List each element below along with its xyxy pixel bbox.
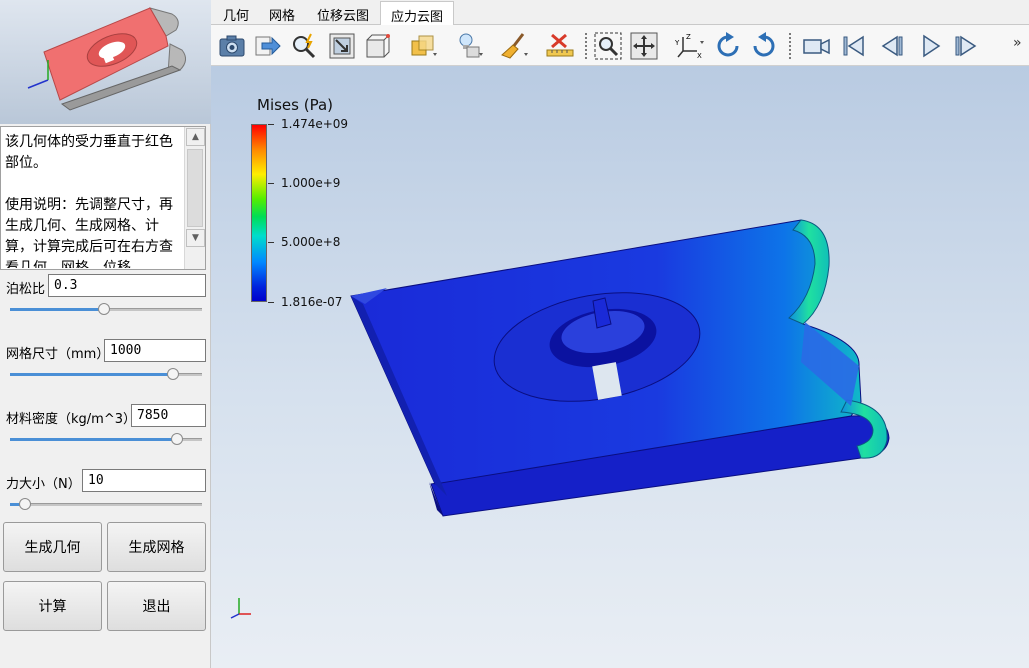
poisson-slider-handle[interactable] bbox=[98, 303, 111, 315]
axes-orient-icon[interactable]: Z X Y bbox=[675, 31, 705, 61]
scroll-up-arrow-icon[interactable]: ▲ bbox=[186, 128, 205, 146]
poisson-input[interactable]: 0.3 bbox=[48, 274, 206, 297]
force-input[interactable]: 10 bbox=[82, 469, 206, 492]
generate-geometry-button[interactable]: 生成几何 bbox=[3, 522, 102, 572]
density-input[interactable]: 7850 bbox=[131, 404, 206, 427]
mesh-size-input[interactable]: 1000 bbox=[104, 339, 206, 362]
description-scrollbar[interactable]: ▲ ▼ bbox=[184, 127, 205, 269]
clear-brush-icon[interactable] bbox=[499, 31, 529, 61]
exit-button[interactable]: 退出 bbox=[107, 581, 206, 631]
svg-text:Z: Z bbox=[686, 33, 691, 41]
control-panel: 该几何体的受力垂直于红色部位。 使用说明：先调整尺寸，再生成几何、生成网格、计算… bbox=[0, 0, 211, 668]
toolbar-separator bbox=[789, 33, 791, 59]
mesh-size-label: 网格尺寸（mm） bbox=[6, 347, 110, 362]
stress-contour-model[interactable] bbox=[211, 66, 1029, 668]
rotate-cw-icon[interactable] bbox=[713, 31, 743, 61]
compute-button[interactable]: 计算 bbox=[3, 581, 102, 631]
zoom-box-icon[interactable] bbox=[593, 31, 623, 61]
clip-preview-image bbox=[27, 7, 186, 111]
viewer-toolbar: Z X Y » bbox=[211, 25, 1029, 66]
toolbar-overflow-button[interactable]: » bbox=[1013, 35, 1022, 51]
description-text: 该几何体的受力垂直于红色部位。 使用说明：先调整尺寸，再生成几何、生成网格、计算… bbox=[5, 134, 173, 268]
box-select-icon[interactable] bbox=[363, 31, 393, 61]
tab-displacement[interactable]: 位移云图 bbox=[307, 1, 379, 25]
mesh-slider-handle[interactable] bbox=[167, 368, 180, 380]
stress-viewport[interactable]: Mises (Pa) 1.474e+09 1.000e+9 5.000e+8 1… bbox=[211, 66, 1029, 668]
force-slider[interactable] bbox=[10, 498, 202, 510]
density-slider[interactable] bbox=[10, 433, 202, 445]
reset-camera-icon[interactable] bbox=[327, 31, 357, 61]
last-frame-icon[interactable] bbox=[951, 31, 981, 61]
export-icon[interactable] bbox=[253, 31, 283, 61]
density-slider-fill bbox=[10, 438, 178, 441]
mesh-size-slider[interactable] bbox=[10, 368, 202, 380]
description-box[interactable]: 该几何体的受力垂直于红色部位。 使用说明：先调整尺寸，再生成几何、生成网格、计算… bbox=[0, 126, 206, 270]
fit-view-icon[interactable] bbox=[629, 31, 659, 61]
density-slider-handle[interactable] bbox=[171, 433, 184, 445]
play-icon[interactable] bbox=[915, 31, 945, 61]
orientation-axes-icon bbox=[230, 598, 251, 619]
scroll-down-arrow-icon[interactable]: ▼ bbox=[186, 229, 205, 247]
tab-mesh[interactable]: 网格 bbox=[259, 1, 305, 25]
toolbar-separator bbox=[585, 33, 587, 59]
generate-mesh-button[interactable]: 生成网格 bbox=[107, 522, 206, 572]
zoom-pick-icon[interactable] bbox=[289, 31, 319, 61]
view-tabs: 几何 网格 位移云图 应力云图 bbox=[211, 0, 1029, 26]
record-icon[interactable] bbox=[801, 31, 831, 61]
rotate-ccw-icon[interactable] bbox=[749, 31, 779, 61]
force-slider-handle[interactable] bbox=[19, 498, 32, 510]
surface-render-icon[interactable] bbox=[409, 31, 439, 61]
tab-stress[interactable]: 应力云图 bbox=[380, 1, 455, 26]
poisson-label: 泊松比 bbox=[6, 282, 46, 297]
poisson-slider-fill bbox=[10, 308, 105, 311]
poisson-slider[interactable] bbox=[10, 303, 202, 315]
scroll-thumb[interactable] bbox=[187, 149, 203, 227]
mesh-slider-fill bbox=[10, 373, 174, 376]
force-label: 力大小（N） bbox=[6, 477, 81, 492]
density-label: 材料密度（kg/m^3） bbox=[6, 412, 136, 427]
ruler-delete-icon[interactable] bbox=[545, 31, 575, 61]
prev-frame-icon[interactable] bbox=[877, 31, 907, 61]
geometry-preview bbox=[0, 0, 211, 124]
svg-text:X: X bbox=[697, 52, 702, 60]
camera-icon[interactable] bbox=[217, 31, 247, 61]
tab-geometry[interactable]: 几何 bbox=[213, 1, 259, 25]
first-frame-icon[interactable] bbox=[839, 31, 869, 61]
lighting-icon[interactable] bbox=[455, 31, 485, 61]
svg-text:Y: Y bbox=[675, 39, 680, 47]
